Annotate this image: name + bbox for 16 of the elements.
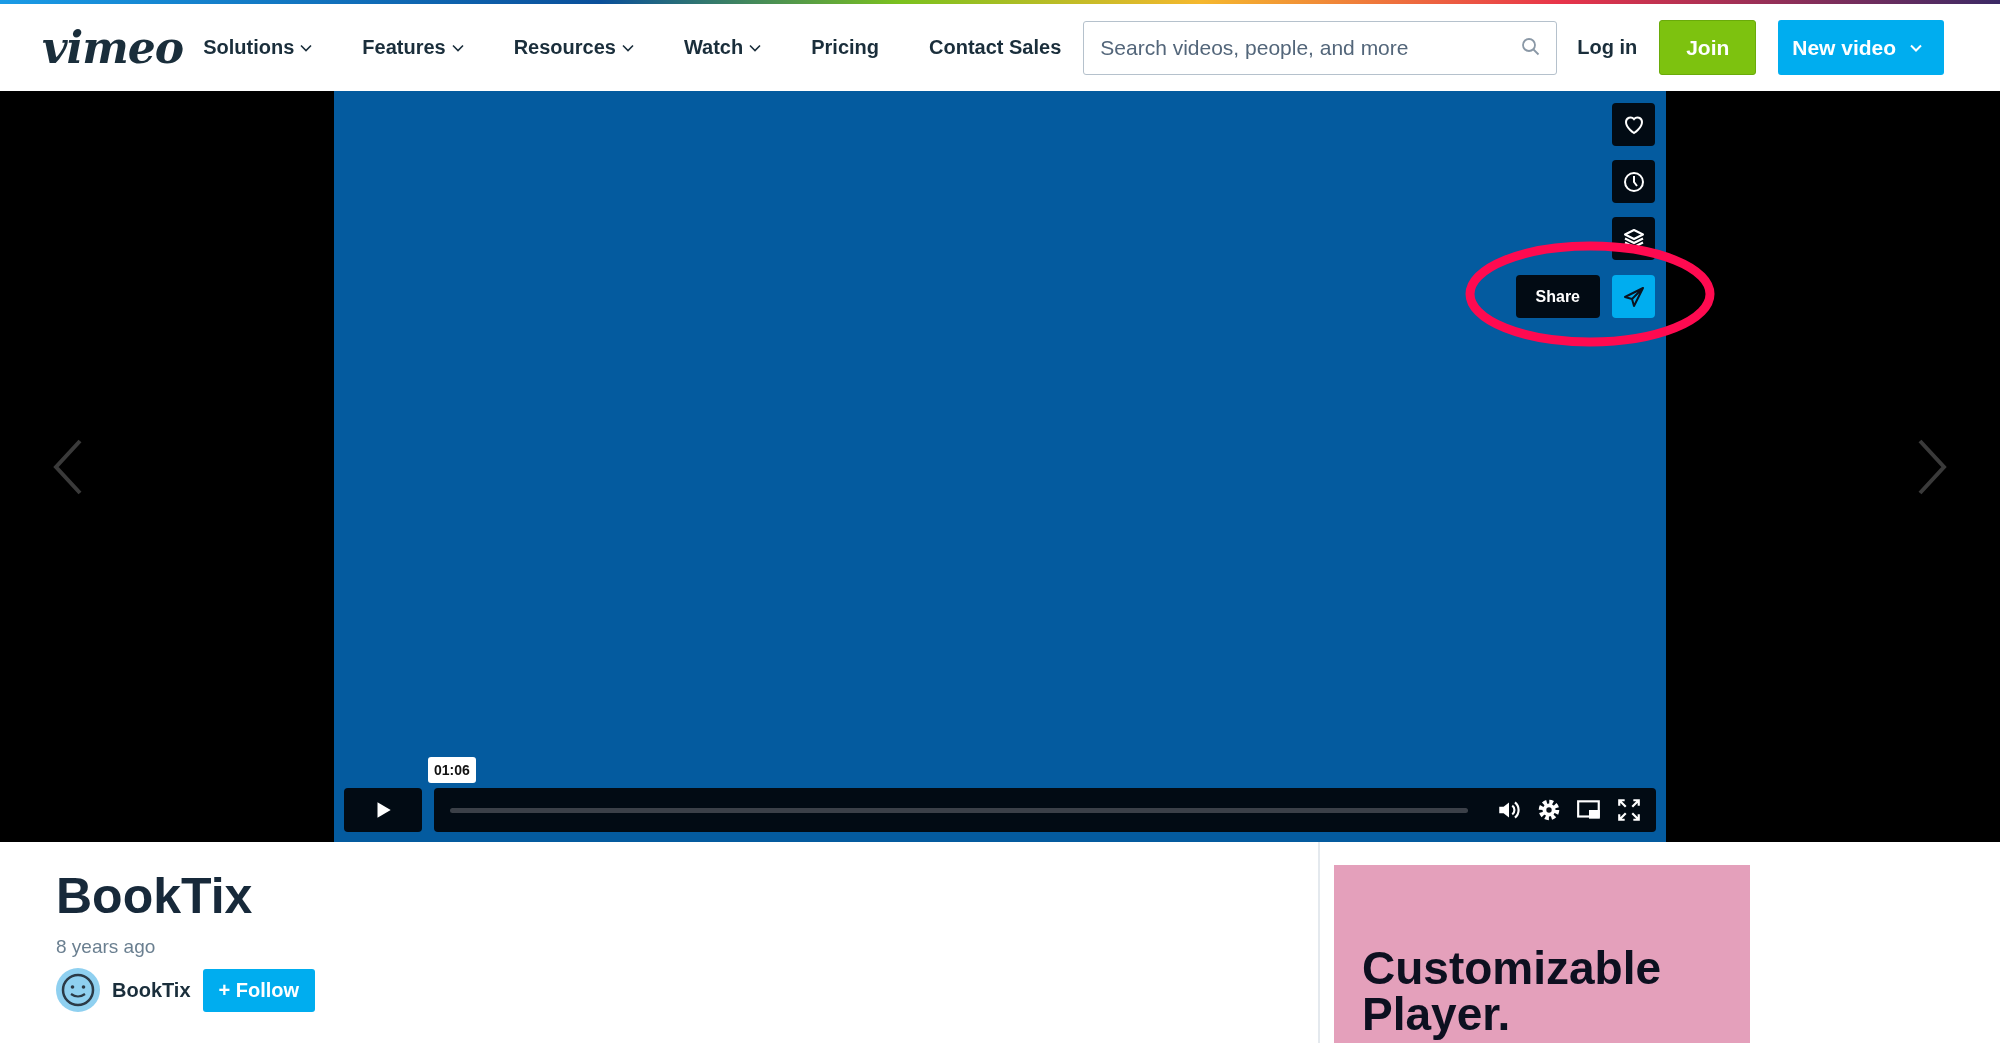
login-link[interactable]: Log in (1577, 36, 1638, 59)
nav-link[interactable]: Features (362, 36, 464, 59)
nav-link[interactable]: Resources (513, 36, 634, 59)
nav-link[interactable]: Watch (683, 36, 762, 59)
video-title: BookTix (56, 869, 254, 924)
share-tooltip: Share (1515, 275, 1600, 318)
time-tooltip: 01:06 (428, 757, 476, 783)
nav-link[interactable]: Contact Sales (929, 36, 1062, 59)
vimeo-logo[interactable]: vimeo (42, 22, 184, 73)
upload-age: 8 years ago (56, 936, 157, 958)
advertisement-banner[interactable]: Customizable Player. (1334, 865, 1750, 1043)
nav-link[interactable]: Pricing (811, 36, 879, 59)
video-frame[interactable]: Share 01:06 (334, 91, 1666, 842)
channel-name-link[interactable]: BookTix (112, 978, 191, 1002)
search-field[interactable]: Search videos, people, and more (1083, 20, 1558, 75)
nav-link[interactable]: Solutions (203, 36, 313, 59)
